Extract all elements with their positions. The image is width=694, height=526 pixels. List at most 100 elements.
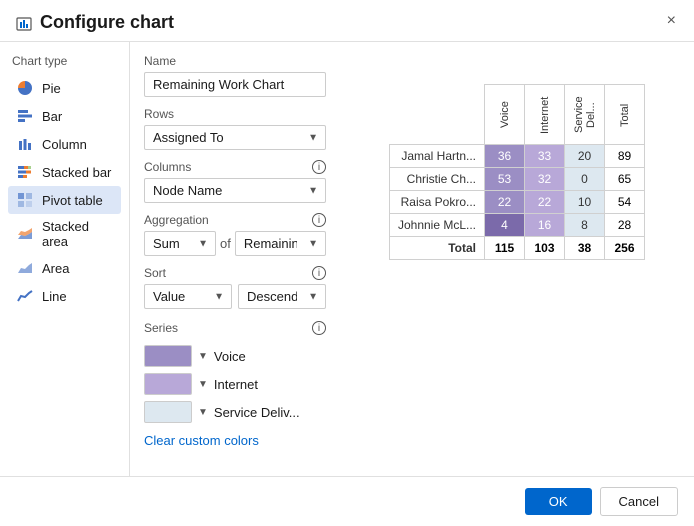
cell-1-total: 65 bbox=[605, 168, 645, 191]
stacked-bar-label: Stacked bar bbox=[42, 165, 111, 180]
col-header-internet: Internet bbox=[525, 85, 565, 145]
cell-3-voice: 4 bbox=[485, 214, 525, 237]
cell-3-total: 28 bbox=[605, 214, 645, 237]
configure-chart-dialog: Configure chart × Chart type Pie Bar bbox=[0, 0, 694, 526]
total-voice: 115 bbox=[485, 237, 525, 260]
dialog-title: Configure chart bbox=[40, 12, 174, 33]
pivot-label: Pivot table bbox=[42, 193, 103, 208]
service-color-swatch[interactable] bbox=[144, 401, 192, 423]
cell-1-service: 0 bbox=[565, 168, 605, 191]
cell-1-voice: 53 bbox=[485, 168, 525, 191]
pie-icon bbox=[16, 79, 34, 97]
chart-type-column[interactable]: Column bbox=[8, 130, 121, 158]
chart-type-bar[interactable]: Bar bbox=[8, 102, 121, 130]
cell-3-service: 8 bbox=[565, 214, 605, 237]
pivot-table: Voice Internet Service Del... Total Jama… bbox=[389, 84, 645, 260]
cell-0-service: 20 bbox=[565, 145, 605, 168]
series-section: ▼ Voice ▼ Internet ▼ Service Deliv... bbox=[144, 345, 326, 423]
total-service: 38 bbox=[565, 237, 605, 260]
table-row-total: Total 115 103 38 256 bbox=[389, 237, 644, 260]
total-all: 256 bbox=[605, 237, 645, 260]
chart-type-line[interactable]: Line bbox=[8, 282, 121, 310]
columns-select-wrapper: Node Name ▼ bbox=[144, 178, 326, 203]
row-label-3: Johnnie McL... bbox=[389, 214, 484, 237]
cell-0-total: 89 bbox=[605, 145, 645, 168]
voice-color-swatch[interactable] bbox=[144, 345, 192, 367]
cell-2-internet: 22 bbox=[525, 191, 565, 214]
series-item-voice: ▼ Voice bbox=[144, 345, 326, 367]
row-label-0: Jamal Hartn... bbox=[389, 145, 484, 168]
cell-0-internet: 33 bbox=[525, 145, 565, 168]
sort-info-icon[interactable]: i bbox=[312, 266, 326, 280]
pivot-icon bbox=[16, 191, 34, 209]
stacked-area-icon bbox=[16, 225, 34, 243]
series-item-service: ▼ Service Deliv... bbox=[144, 401, 326, 423]
columns-label: Columns bbox=[144, 160, 191, 174]
rows-select-wrapper: Assigned To ▼ bbox=[144, 125, 326, 150]
chart-type-label: Chart type bbox=[8, 54, 121, 68]
dialog-body: Chart type Pie Bar Column bbox=[0, 42, 694, 476]
sort-dir-select[interactable]: Descending bbox=[238, 284, 326, 309]
sort-dir-wrapper: Descending ▼ bbox=[238, 284, 326, 309]
cell-1-internet: 32 bbox=[525, 168, 565, 191]
column-label: Column bbox=[42, 137, 87, 152]
columns-info-icon[interactable]: i bbox=[312, 160, 326, 174]
aggregation-row: Sum ▼ of Remaining Work ▼ bbox=[144, 231, 326, 256]
series-info-icon[interactable]: i bbox=[312, 321, 326, 335]
dialog-header: Configure chart × bbox=[0, 0, 694, 42]
voice-swatch-arrow[interactable]: ▼ bbox=[198, 351, 208, 362]
agg-field-wrapper: Remaining Work ▼ bbox=[235, 231, 326, 256]
rows-select[interactable]: Assigned To bbox=[144, 125, 326, 150]
stacked-bar-icon bbox=[16, 163, 34, 181]
name-input[interactable] bbox=[144, 72, 326, 97]
sort-row: Value ▼ Descending ▼ bbox=[144, 284, 326, 309]
agg-func-select[interactable]: Sum bbox=[144, 231, 216, 256]
chart-icon bbox=[16, 15, 32, 31]
name-label: Name bbox=[144, 54, 326, 68]
total-label: Total bbox=[389, 237, 484, 260]
chart-preview-panel: Voice Internet Service Del... Total Jama… bbox=[340, 42, 694, 476]
ok-button[interactable]: OK bbox=[525, 488, 592, 515]
aggregation-info-icon[interactable]: i bbox=[312, 213, 326, 227]
area-icon bbox=[16, 259, 34, 277]
pie-label: Pie bbox=[42, 81, 61, 96]
internet-color-swatch[interactable] bbox=[144, 373, 192, 395]
chart-type-stacked-area[interactable]: Stacked area bbox=[8, 214, 121, 254]
row-label-1: Christie Ch... bbox=[389, 168, 484, 191]
service-swatch-arrow[interactable]: ▼ bbox=[198, 407, 208, 418]
dialog-footer: OK Cancel bbox=[0, 476, 694, 526]
close-button[interactable]: × bbox=[661, 10, 682, 32]
voice-series-name: Voice bbox=[214, 349, 246, 364]
agg-func-wrapper: Sum ▼ bbox=[144, 231, 216, 256]
table-row: Johnnie McL... 4 16 8 28 bbox=[389, 214, 644, 237]
sort-field-wrapper: Value ▼ bbox=[144, 284, 232, 309]
col-header-voice: Voice bbox=[485, 85, 525, 145]
chart-type-area[interactable]: Area bbox=[8, 254, 121, 282]
empty-corner bbox=[389, 85, 484, 145]
clear-colors-link[interactable]: Clear custom colors bbox=[144, 433, 259, 448]
sort-field-select[interactable]: Value bbox=[144, 284, 232, 309]
cancel-button[interactable]: Cancel bbox=[600, 487, 678, 516]
cell-2-service: 10 bbox=[565, 191, 605, 214]
chart-type-stacked-bar[interactable]: Stacked bar bbox=[8, 158, 121, 186]
cell-2-voice: 22 bbox=[485, 191, 525, 214]
cell-3-internet: 16 bbox=[525, 214, 565, 237]
col-header-total: Total bbox=[605, 85, 645, 145]
series-item-internet: ▼ Internet bbox=[144, 373, 326, 395]
cell-2-total: 54 bbox=[605, 191, 645, 214]
table-row: Jamal Hartn... 36 33 20 89 bbox=[389, 145, 644, 168]
row-label-2: Raisa Pokro... bbox=[389, 191, 484, 214]
chart-type-pivot-table[interactable]: Pivot table bbox=[8, 186, 121, 214]
bar-label: Bar bbox=[42, 109, 62, 124]
internet-swatch-arrow[interactable]: ▼ bbox=[198, 379, 208, 390]
aggregation-label: Aggregation bbox=[144, 213, 209, 227]
agg-field-select[interactable]: Remaining Work bbox=[235, 231, 326, 256]
line-label: Line bbox=[42, 289, 67, 304]
col-header-service: Service Del... bbox=[565, 85, 605, 145]
service-series-name: Service Deliv... bbox=[214, 405, 300, 420]
settings-panel: Name Rows Assigned To ▼ Columns i Node N… bbox=[130, 42, 340, 476]
sort-label: Sort bbox=[144, 266, 166, 280]
columns-select[interactable]: Node Name bbox=[144, 178, 326, 203]
line-icon bbox=[16, 287, 34, 305]
chart-type-pie[interactable]: Pie bbox=[8, 74, 121, 102]
